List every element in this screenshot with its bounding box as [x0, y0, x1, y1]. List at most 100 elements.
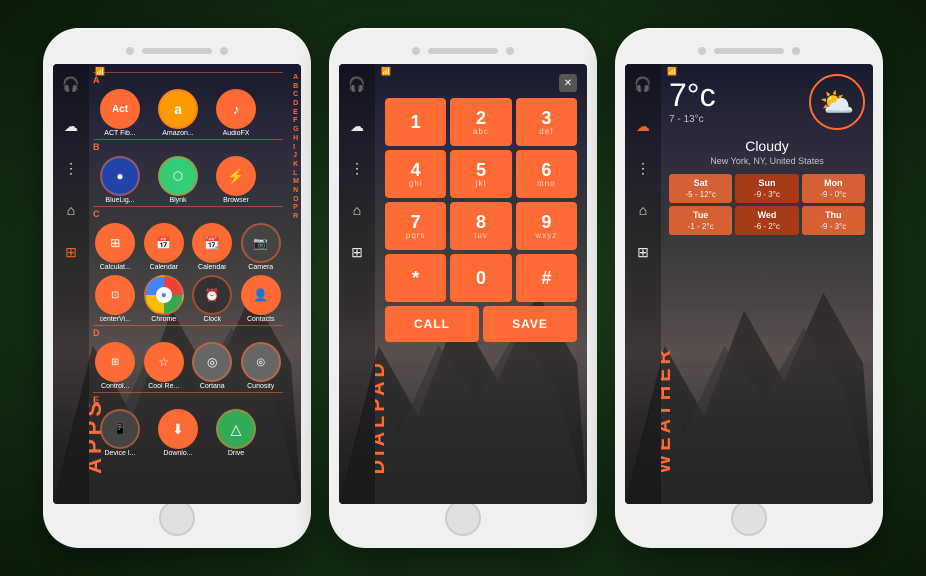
forecast-temp-sat: -5 - 12°c: [673, 190, 728, 199]
app-name-amazon: Amazon...: [162, 130, 194, 137]
sidebar-icon-home[interactable]: ⌂: [59, 198, 83, 222]
dial-num-9: 9: [541, 213, 551, 231]
sidebar-icon-grid-3[interactable]: ⋮: [631, 156, 655, 180]
sidebar-icon-apps-active[interactable]: ⊞: [59, 240, 83, 264]
sidebar-icon-apps-2[interactable]: ⊞: [345, 240, 369, 264]
dial-num-3: 3: [541, 109, 551, 127]
dial-key-4[interactable]: 4 ghi: [385, 150, 446, 198]
dial-key-6[interactable]: 6 mno: [516, 150, 577, 198]
signal-icon: 📶: [95, 67, 105, 76]
app-item-calendar2[interactable]: 📆 Calendar: [190, 223, 235, 271]
alpha-d[interactable]: D: [293, 100, 299, 108]
app-item-audiofx[interactable]: ♪ AudioFX: [209, 89, 263, 137]
app-item-cortana[interactable]: ◎ Cortana: [190, 342, 235, 390]
forecast-thu[interactable]: Thu -9 - 3°c: [802, 206, 865, 235]
forecast-wed[interactable]: Wed -6 - 2°c: [735, 206, 798, 235]
app-item-amazon[interactable]: a Amazon...: [151, 89, 205, 137]
forecast-tue[interactable]: Tue -1 - 2°c: [669, 206, 732, 235]
home-button-weather[interactable]: [731, 500, 767, 536]
app-item-actfib[interactable]: Act ACT Fib...: [93, 89, 147, 137]
alpha-e[interactable]: E: [293, 109, 299, 117]
forecast-sat[interactable]: Sat -5 - 12°c: [669, 174, 732, 203]
app-item-drive[interactable]: △ Drive: [209, 409, 263, 457]
app-icon-browser: ⚡: [216, 156, 256, 196]
app-item-bluelight[interactable]: ● BlueLig...: [93, 156, 147, 204]
app-item-blynk[interactable]: ⬡ Blynk: [151, 156, 205, 204]
app-icon-amazon: a: [158, 89, 198, 129]
sidebar-icon-headphone-3[interactable]: 🎧: [631, 72, 655, 96]
sidebar-icon-grid[interactable]: ⋮: [59, 156, 83, 180]
alpha-b[interactable]: B: [293, 83, 299, 91]
dial-key-7[interactable]: 7 pqrs: [385, 202, 446, 250]
sidebar-icon-headphone[interactable]: 🎧: [59, 72, 83, 96]
app-item-centervid[interactable]: ⊡ centerVi...: [93, 275, 138, 323]
weather-status-bar: 📶: [661, 64, 873, 78]
alpha-g[interactable]: G: [293, 126, 299, 134]
alpha-n[interactable]: N: [293, 187, 299, 195]
phone-bottom-dialpad: [445, 504, 481, 532]
weather-temp-block: 7°c 7 - 13°c: [669, 77, 716, 127]
app-item-calendar1[interactable]: 📅 Calendar: [142, 223, 187, 271]
dial-key-1[interactable]: 1: [385, 98, 446, 146]
app-item-clock[interactable]: ⏰ Clock: [190, 275, 235, 323]
dialpad-area: ✕ 1 2 abc 3 def 4: [385, 94, 577, 494]
dialpad-status-bar: 📶: [375, 64, 587, 78]
dial-key-3[interactable]: 3 def: [516, 98, 577, 146]
app-name-cortana: Cortana: [200, 383, 225, 390]
sidebar-icon-cloud-2[interactable]: ☁: [345, 114, 369, 138]
forecast-mon[interactable]: Mon -9 - 0°c: [802, 174, 865, 203]
alphabet-bar[interactable]: A B C D E F G H I J K L M N O P R: [293, 74, 299, 221]
dial-sub-3: def: [539, 127, 553, 136]
dial-key-0[interactable]: 0: [450, 254, 511, 302]
sidebar-icon-home-2[interactable]: ⌂: [345, 198, 369, 222]
alpha-h[interactable]: H: [293, 135, 299, 143]
alpha-m[interactable]: M: [293, 178, 299, 186]
forecast-sun[interactable]: Sun -9 - 3°c: [735, 174, 798, 203]
sidebar-icon-grid-2[interactable]: ⋮: [345, 156, 369, 180]
app-item-downloads[interactable]: ⬇ Downlo...: [151, 409, 205, 457]
app-item-contacts[interactable]: 👤 Contacts: [239, 275, 284, 323]
app-name-actfib: ACT Fib...: [104, 130, 135, 137]
sidebar-icon-apps-3[interactable]: ⊞: [631, 240, 655, 264]
dial-sub-4: ghi: [409, 179, 423, 188]
app-name-bluelight: BlueLig...: [105, 197, 134, 204]
alpha-k[interactable]: K: [293, 161, 299, 169]
alpha-j[interactable]: J: [293, 152, 299, 160]
alpha-c[interactable]: C: [293, 91, 299, 99]
save-button[interactable]: SAVE: [483, 306, 577, 342]
signal-icon-2: 📶: [381, 67, 391, 76]
dial-key-2[interactable]: 2 abc: [450, 98, 511, 146]
home-button-apps[interactable]: [159, 500, 195, 536]
alpha-r[interactable]: R: [293, 213, 299, 221]
app-item-control[interactable]: ⊞ Control...: [93, 342, 138, 390]
dial-key-star[interactable]: *: [385, 254, 446, 302]
alpha-l[interactable]: L: [293, 170, 299, 178]
speaker-dot-right-2: [506, 47, 514, 55]
dial-key-hash[interactable]: #: [516, 254, 577, 302]
dial-sub-8: tuv: [474, 231, 488, 240]
speaker-dot-left-2: [412, 47, 420, 55]
app-item-camera[interactable]: 📷 Camera: [239, 223, 284, 271]
dial-key-8[interactable]: 8 tuv: [450, 202, 511, 250]
phone-dialpad: 🎧 ☁ ⋮ ⌂ ⊞ 📶 ✕ 1 2 abc: [329, 28, 597, 548]
alpha-i[interactable]: I: [293, 144, 299, 152]
dial-key-9[interactable]: 9 wxyz: [516, 202, 577, 250]
app-item-browser[interactable]: ⚡ Browser: [209, 156, 263, 204]
sidebar-icon-headphone-2[interactable]: 🎧: [345, 72, 369, 96]
alpha-o[interactable]: O: [293, 196, 299, 204]
home-button-dialpad[interactable]: [445, 500, 481, 536]
app-item-chrome[interactable]: ● Chrome: [142, 275, 187, 323]
alpha-f[interactable]: F: [293, 117, 299, 125]
app-item-coolre[interactable]: ☆ Cool Re...: [142, 342, 187, 390]
sidebar-icon-home-3[interactable]: ⌂: [631, 198, 655, 222]
call-button[interactable]: CALL: [385, 306, 479, 342]
dial-sub-5: jkl: [476, 179, 487, 188]
app-item-calculator[interactable]: ⊞ Calculat...: [93, 223, 138, 271]
dial-key-5[interactable]: 5 jkl: [450, 150, 511, 198]
alpha-p[interactable]: P: [293, 204, 299, 212]
app-row-b: ● BlueLig... ⬡ Blynk ⚡ Browser: [93, 156, 283, 204]
app-item-curiosity[interactable]: ◎ Curiosity: [239, 342, 284, 390]
temp-main: 7°c: [669, 77, 716, 114]
sidebar-icon-cloud[interactable]: ☁: [59, 114, 83, 138]
sidebar-icon-cloud-3[interactable]: ☁: [631, 114, 655, 138]
